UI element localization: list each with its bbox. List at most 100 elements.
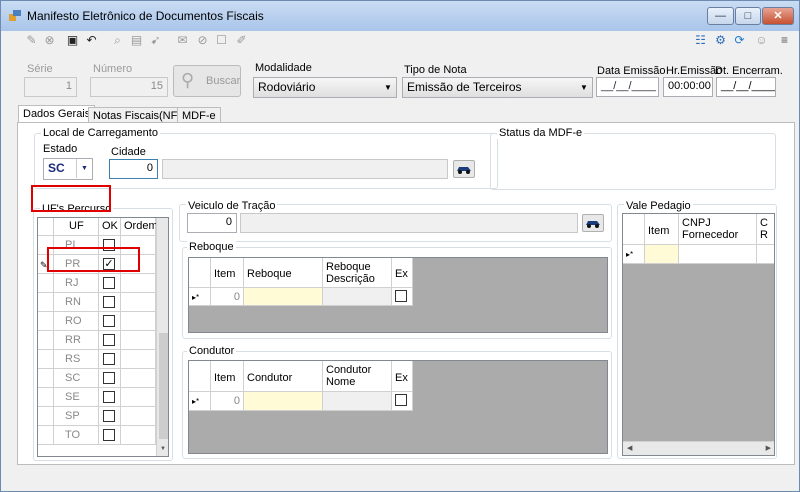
- uf-ordem-cell[interactable]: [121, 350, 156, 369]
- uf-ok-cell[interactable]: [99, 388, 121, 407]
- notes-icon[interactable]: ✐: [234, 33, 249, 48]
- veiculo-lookup-button[interactable]: [582, 214, 604, 232]
- uf-ok-cell[interactable]: [99, 407, 121, 426]
- tipo-nota-select[interactable]: Emissão de Terceiros ▼: [402, 77, 593, 98]
- ufs-scroll-thumb[interactable]: [159, 333, 168, 439]
- uf-ok-cell[interactable]: [99, 426, 121, 445]
- settings-icon[interactable]: ⚙: [713, 33, 728, 48]
- close-button[interactable]: ✕: [762, 7, 794, 25]
- block-icon[interactable]: ⊘: [195, 33, 210, 48]
- uf-ok-cell[interactable]: [99, 331, 121, 350]
- reboque-ex-cell[interactable]: [392, 288, 413, 306]
- uf-cell: SC: [54, 369, 99, 388]
- uf-ok-checkbox[interactable]: [103, 334, 115, 346]
- uf-ordem-cell[interactable]: [121, 274, 156, 293]
- ufs-percurso-group: UF's Percurso UF OK Ordem PI ✎ PR ✓ RJ RN RO RR…: [33, 203, 173, 461]
- uf-ok-checkbox[interactable]: [103, 353, 115, 365]
- condutor-cell[interactable]: [244, 392, 323, 411]
- sitemap-icon[interactable]: ☷: [693, 33, 708, 48]
- uf-ok-cell[interactable]: [99, 312, 121, 331]
- condutor-grid[interactable]: Item Condutor Condutor Nome Ex ▸* 0: [188, 360, 608, 454]
- edit-icon[interactable]: ✎: [24, 33, 39, 48]
- highlight-pr-row: [47, 247, 140, 272]
- uf-ordem-cell[interactable]: [121, 293, 156, 312]
- estado-select[interactable]: SC ▼: [43, 158, 93, 180]
- vale-grid[interactable]: Item CNPJ Fornecedor C R ▸* ◀ ▶: [622, 213, 775, 456]
- uf-ok-checkbox[interactable]: [103, 391, 115, 403]
- uf-ordem-cell[interactable]: [121, 331, 156, 350]
- dt-encerram-field[interactable]: __/__/____: [716, 77, 776, 97]
- uf-ok-cell[interactable]: [99, 350, 121, 369]
- uf-ok-checkbox[interactable]: [103, 372, 115, 384]
- veiculo-tracao-title: Veiculo de Tração: [186, 200, 278, 212]
- reboque-ex-checkbox[interactable]: [395, 290, 407, 302]
- uf-row-marker: [38, 331, 54, 350]
- tab-mdfe[interactable]: MDF-e: [177, 107, 221, 123]
- uf-ordem-cell[interactable]: [121, 426, 156, 445]
- uf-ok-checkbox[interactable]: [103, 296, 115, 308]
- hr-emissao-field[interactable]: 00:00:00: [663, 77, 713, 97]
- reboque-header-corner: [189, 258, 211, 288]
- uf-ok-checkbox[interactable]: [103, 429, 115, 441]
- cidade-code-field[interactable]: 0: [109, 159, 158, 179]
- uf-ok-checkbox[interactable]: [103, 410, 115, 422]
- reboque-new-row-marker: ▸*: [189, 288, 211, 306]
- reboque-cell[interactable]: [244, 288, 323, 306]
- vale-item-cell[interactable]: [645, 245, 679, 264]
- uf-ordem-cell[interactable]: [121, 407, 156, 426]
- condutor-ex-checkbox[interactable]: [395, 394, 407, 406]
- buscar-button[interactable]: ⚲ Buscar: [173, 65, 241, 97]
- tab-dados-gerais[interactable]: Dados Gerais: [18, 105, 96, 123]
- uf-cell: RR: [54, 331, 99, 350]
- condutor-title: Condutor: [187, 345, 237, 357]
- minimize-button[interactable]: —: [707, 7, 734, 25]
- uf-cell: SP: [54, 407, 99, 426]
- veiculo-code-field[interactable]: 0: [187, 213, 237, 233]
- refresh-icon[interactable]: ⟳: [732, 33, 747, 48]
- reboque-grid[interactable]: Item Reboque Reboque Descrição Ex ▸* 0: [188, 257, 608, 333]
- send-icon[interactable]: ➹: [148, 33, 163, 48]
- uf-ordem-cell[interactable]: [121, 388, 156, 407]
- condutor-ex-cell[interactable]: [392, 392, 413, 411]
- mail-icon[interactable]: ✉: [175, 33, 190, 48]
- scroll-down-icon[interactable]: ▼: [160, 446, 166, 452]
- print-icon[interactable]: ▤: [129, 33, 144, 48]
- uf-ok-checkbox[interactable]: [103, 315, 115, 327]
- ufs-scrollbar[interactable]: ▼: [156, 218, 168, 456]
- reboque-item-cell[interactable]: 0: [211, 288, 244, 306]
- vale-extra-cell[interactable]: [757, 245, 774, 264]
- maximize-button[interactable]: □: [735, 7, 761, 25]
- local-carregamento-group: Local de Carregamento Estado SC ▼ Cidade…: [34, 127, 498, 189]
- scroll-right-icon[interactable]: ▶: [766, 444, 771, 452]
- window-title: Manifesto Eletrônico de Documentos Fisca…: [27, 9, 264, 23]
- uf-ordem-cell[interactable]: [121, 312, 156, 331]
- vale-hscrollbar[interactable]: ◀ ▶: [623, 441, 774, 455]
- cidade-label: Cidade: [111, 146, 146, 158]
- uf-ordem-cell[interactable]: [121, 369, 156, 388]
- uf-ok-cell[interactable]: [99, 293, 121, 312]
- uf-ok-cell[interactable]: [99, 274, 121, 293]
- condutor-item-cell[interactable]: 0: [211, 392, 244, 411]
- uf-row-marker: [38, 274, 54, 293]
- search-doc-icon[interactable]: ⌕: [110, 33, 125, 48]
- magnifier-icon: ⚲: [181, 70, 195, 90]
- reboque-header-descricao: Reboque Descrição: [323, 258, 392, 288]
- uf-ok-checkbox[interactable]: [103, 277, 115, 289]
- modalidade-value: Rodoviário: [258, 80, 316, 94]
- undo-icon[interactable]: ↶: [84, 33, 99, 48]
- cancel-icon[interactable]: ⊗: [42, 33, 57, 48]
- report-icon[interactable]: ☐: [214, 33, 229, 48]
- data-emissao-label: Data Emissão: [597, 65, 666, 77]
- vale-cnpj-cell[interactable]: [679, 245, 757, 264]
- scroll-left-icon[interactable]: ◀: [627, 444, 632, 452]
- save-icon[interactable]: ▣: [65, 33, 80, 48]
- car-lookup-icon: [457, 167, 471, 174]
- list-icon[interactable]: ≡: [777, 33, 792, 48]
- uf-ok-cell[interactable]: [99, 369, 121, 388]
- estado-label: Estado: [43, 143, 78, 155]
- cidade-lookup-button[interactable]: [453, 160, 475, 178]
- user-icon[interactable]: ☺: [754, 33, 769, 48]
- data-emissao-field[interactable]: __/__/____: [596, 77, 659, 97]
- vale-header-item: Item: [645, 214, 679, 245]
- modalidade-select[interactable]: Rodoviário ▼: [253, 77, 397, 98]
